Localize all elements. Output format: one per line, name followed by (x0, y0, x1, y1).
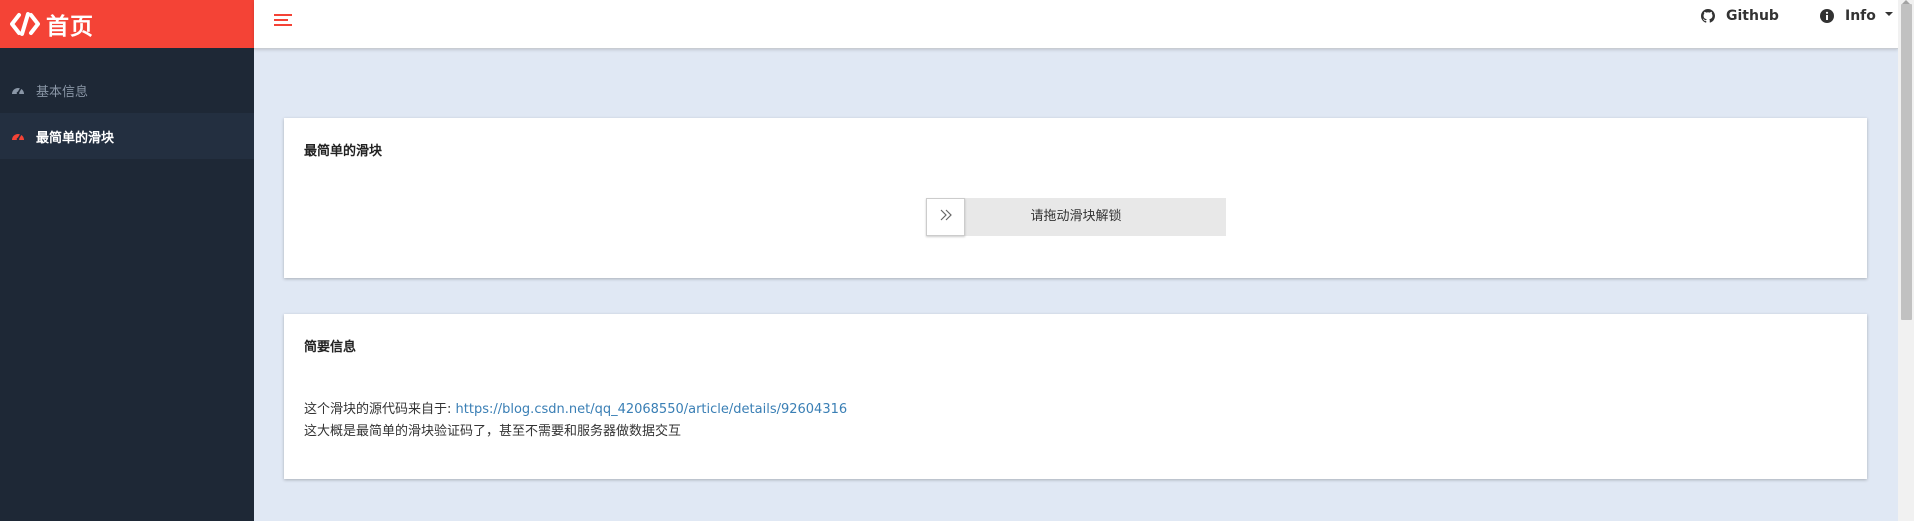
sidebar: 首页 基本信息 最简单的滑块 (0, 0, 254, 521)
source-link[interactable]: https://blog.csdn.net/qq_42068550/articl… (456, 402, 848, 417)
scrollbar-thumb[interactable] (1901, 4, 1912, 320)
caret-down-icon (1884, 12, 1893, 16)
dashboard-icon (10, 83, 25, 98)
sidebar-item-label: 最简单的滑块 (36, 130, 115, 146)
info-circle-icon (1820, 9, 1834, 23)
card-title: 简要信息 (304, 340, 357, 355)
brand-header[interactable]: 首页 (0, 0, 254, 48)
github-icon (1701, 9, 1715, 23)
slider-card: 最简单的滑块 请拖动滑块解锁 (284, 118, 1867, 278)
card-title: 最简单的滑块 (304, 144, 383, 159)
source-line: 这个滑块的源代码来自于: https://blog.csdn.net/qq_42… (304, 398, 847, 417)
scrollbar[interactable] (1898, 0, 1914, 521)
github-label: Github (1726, 8, 1779, 24)
source-prefix: 这个滑块的源代码来自于: (304, 402, 456, 417)
sidebar-item-basic-info[interactable]: 基本信息 (0, 67, 254, 113)
dashboard-icon (10, 129, 25, 144)
info-card: 简要信息 这个滑块的源代码来自于: https://blog.csdn.net/… (284, 314, 1867, 479)
slider-hint-text: 请拖动滑块解锁 (1030, 209, 1122, 224)
slider-handle[interactable] (926, 198, 965, 236)
code-logo-icon (10, 11, 40, 37)
hamburger-icon[interactable] (274, 13, 292, 27)
topbar: Github Info (254, 0, 1898, 49)
info-dropdown[interactable]: Info (1820, 7, 1893, 25)
sidebar-item-label: 基本信息 (36, 84, 89, 100)
sidebar-item-simple-slider[interactable]: 最简单的滑块 (0, 113, 254, 159)
github-link[interactable]: Github (1701, 7, 1779, 25)
double-chevron-right-icon (939, 209, 953, 225)
sidebar-menu: 基本信息 最简单的滑块 (0, 48, 254, 159)
info-label: Info (1845, 8, 1876, 24)
brand-title: 首页 (46, 14, 94, 40)
slider-captcha[interactable]: 请拖动滑块解锁 (926, 198, 1226, 236)
description-text: 这大概是最简单的滑块验证码了，甚至不需要和服务器做数据交互 (304, 424, 682, 439)
